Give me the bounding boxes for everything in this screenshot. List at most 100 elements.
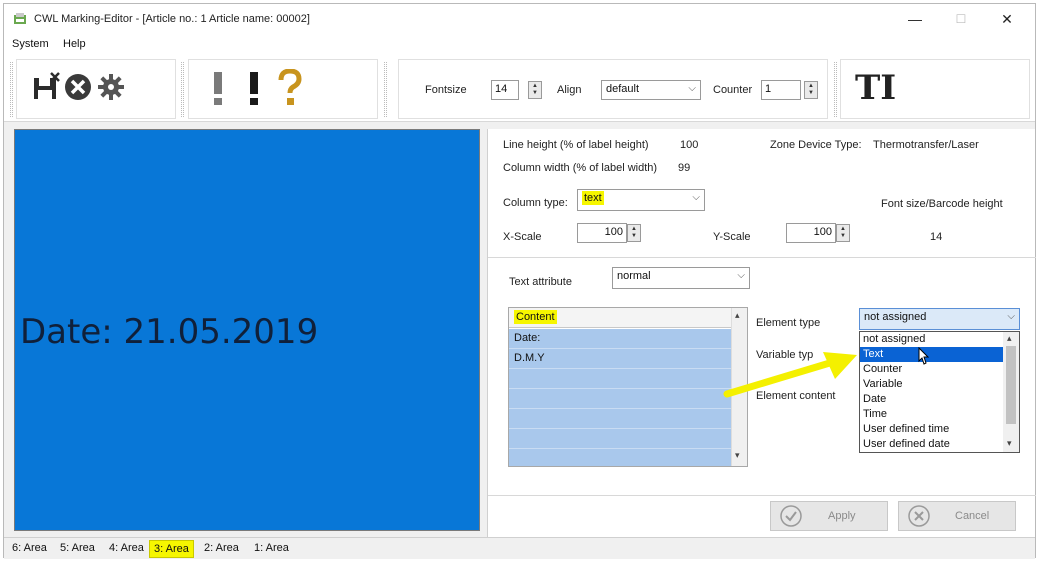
list-item[interactable] — [509, 389, 731, 409]
tab-area-3-active[interactable]: 3: Area — [149, 540, 194, 558]
menu-system[interactable]: System — [12, 38, 49, 50]
properties-panel: Line height (% of label height) 100 Zone… — [487, 129, 1036, 537]
column-width-value: 99 — [678, 162, 691, 174]
text-attribute-select[interactable]: normal ⌵ — [612, 267, 750, 289]
gear-icon[interactable] — [97, 73, 125, 101]
align-select[interactable]: default ⌵ — [601, 80, 701, 100]
warning-black-icon[interactable] — [247, 70, 261, 106]
column-type-select[interactable]: text ⌵ — [577, 189, 705, 211]
label-preview[interactable]: Date: 21.05.2019 — [14, 129, 480, 531]
scroll-thumb[interactable] — [1006, 346, 1016, 424]
warning-grey-icon[interactable] — [211, 70, 225, 106]
text-attribute-value: normal — [617, 270, 651, 282]
dropdown-option[interactable]: User defined time — [860, 422, 1003, 437]
dropdown-options: not assigned Text Counter Variable Date … — [860, 332, 1003, 452]
cancel-label: Cancel — [955, 510, 990, 522]
cancel-button[interactable]: Cancel — [898, 501, 1016, 531]
tab-area-5[interactable]: 5: Area — [58, 542, 97, 554]
title-bar[interactable]: CWL Marking-Editor - [Article no.: 1 Art… — [4, 4, 1035, 34]
xscale-spinner[interactable]: ▲ ▼ — [627, 224, 641, 242]
app-window: CWL Marking-Editor - [Article no.: 1 Art… — [3, 3, 1036, 559]
tab-area-2[interactable]: 2: Area — [202, 542, 241, 554]
xscale-input[interactable]: 100 — [577, 223, 627, 243]
apply-label: Apply — [828, 510, 856, 522]
help-question-icon[interactable] — [277, 69, 303, 107]
list-item[interactable]: Date: — [509, 329, 731, 349]
yscale-spinner[interactable]: ▲ ▼ — [836, 224, 850, 242]
dropdown-option-selected[interactable]: Text — [860, 347, 1003, 362]
chevron-down-icon: ⌵ — [737, 270, 745, 281]
zone-device-value: Thermotransfer/Laser — [873, 139, 979, 151]
toolbar-grip[interactable] — [10, 62, 13, 117]
area-tabbar: 6: Area 5: Area 4: Area 3: Area 2: Area … — [4, 537, 1035, 559]
menu-bar: System Help — [4, 34, 1035, 54]
list-item[interactable] — [509, 369, 731, 389]
column-width-label: Column width (% of label width) — [503, 162, 658, 174]
list-item[interactable] — [509, 429, 731, 449]
line-height-value: 100 — [680, 139, 699, 151]
scroll-down-icon[interactable]: ▾ — [1007, 438, 1012, 449]
window-title: CWL Marking-Editor - [Article no.: 1 Art… — [34, 13, 310, 25]
counter-label: Counter — [713, 84, 753, 96]
apply-button[interactable]: Apply — [770, 501, 888, 531]
text-attribute-label: Text attribute — [509, 276, 572, 288]
minimize-button[interactable]: — — [892, 4, 938, 34]
chevron-down-icon: ⌵ — [1007, 311, 1015, 322]
close-button[interactable]: ✕ — [984, 4, 1030, 34]
fontsize-label: Fontsize — [425, 84, 467, 96]
tab-area-1[interactable]: 1: Area — [252, 542, 291, 554]
yscale-input[interactable]: 100 — [786, 223, 836, 243]
scroll-down-icon[interactable]: ▾ — [735, 450, 740, 461]
toolbar-group-text: TI — [840, 59, 1030, 119]
dropdown-scrollbar[interactable]: ▴ ▾ — [1003, 332, 1019, 452]
content-header-label: Content — [514, 310, 557, 324]
section-divider — [488, 257, 1036, 258]
app-icon — [14, 13, 26, 24]
content-header: Content — [509, 308, 731, 328]
dropdown-option[interactable]: Date — [860, 392, 1003, 407]
xscale-label: X-Scale — [503, 231, 542, 243]
dropdown-option[interactable]: Counter — [860, 362, 1003, 377]
counter-input[interactable]: 1 — [761, 80, 801, 100]
text-tool-icon[interactable]: TI — [855, 68, 896, 108]
toolbar-grip[interactable] — [384, 62, 387, 117]
font-size-label: Font size/Barcode height — [881, 198, 1003, 210]
fontsize-spinner[interactable]: ▲ ▼ — [528, 81, 542, 99]
dropdown-option[interactable]: Time — [860, 407, 1003, 422]
list-item[interactable] — [509, 409, 731, 429]
toolbar-group-file — [16, 59, 176, 119]
chevron-down-icon: ⌵ — [692, 192, 700, 203]
element-type-label: Element type — [756, 317, 821, 329]
element-type-dropdown[interactable]: not assigned Text Counter Variable Date … — [859, 331, 1020, 453]
toolbar-grip[interactable] — [834, 62, 837, 117]
dropdown-option[interactable]: User defined date — [860, 437, 1003, 452]
cancel-circle-icon[interactable] — [64, 73, 92, 101]
toolbar-group-info — [188, 59, 378, 119]
maximize-button[interactable]: ☐ — [938, 4, 984, 34]
content-listbox[interactable]: Content Date: D.M.Y ▴ ▾ — [508, 307, 748, 467]
scroll-up-icon[interactable]: ▴ — [1007, 333, 1012, 344]
tab-area-6[interactable]: 6: Area — [10, 542, 49, 554]
check-circle-icon — [780, 505, 802, 527]
section-divider — [488, 495, 1036, 496]
toolbar: Fontsize 14 ▲ ▼ Align default ⌵ Counter 1… — [4, 54, 1035, 122]
list-item[interactable]: D.M.Y — [509, 349, 731, 369]
fontsize-input[interactable]: 14 — [491, 80, 519, 100]
toolbar-group-format: Fontsize 14 ▲ ▼ Align default ⌵ Counter 1… — [398, 59, 828, 119]
mouse-cursor-icon — [918, 347, 930, 365]
toolbar-grip[interactable] — [181, 62, 184, 117]
scroll-up-icon[interactable]: ▴ — [735, 310, 740, 321]
dropdown-option[interactable]: not assigned — [860, 332, 1003, 347]
dropdown-option[interactable]: Variable — [860, 377, 1003, 392]
align-value: default — [606, 83, 640, 95]
tab-area-4[interactable]: 4: Area — [107, 542, 146, 554]
yscale-label: Y-Scale — [713, 231, 751, 243]
cancel-circle-icon — [908, 505, 930, 527]
save-close-icon[interactable] — [31, 72, 61, 102]
counter-spinner[interactable]: ▲ ▼ — [804, 81, 818, 99]
menu-help[interactable]: Help — [63, 38, 86, 50]
chevron-down-icon: ⌵ — [688, 83, 696, 94]
annotation-arrow-icon — [723, 352, 857, 398]
element-type-select[interactable]: not assigned ⌵ — [859, 308, 1020, 330]
element-type-value: not assigned — [864, 311, 927, 323]
